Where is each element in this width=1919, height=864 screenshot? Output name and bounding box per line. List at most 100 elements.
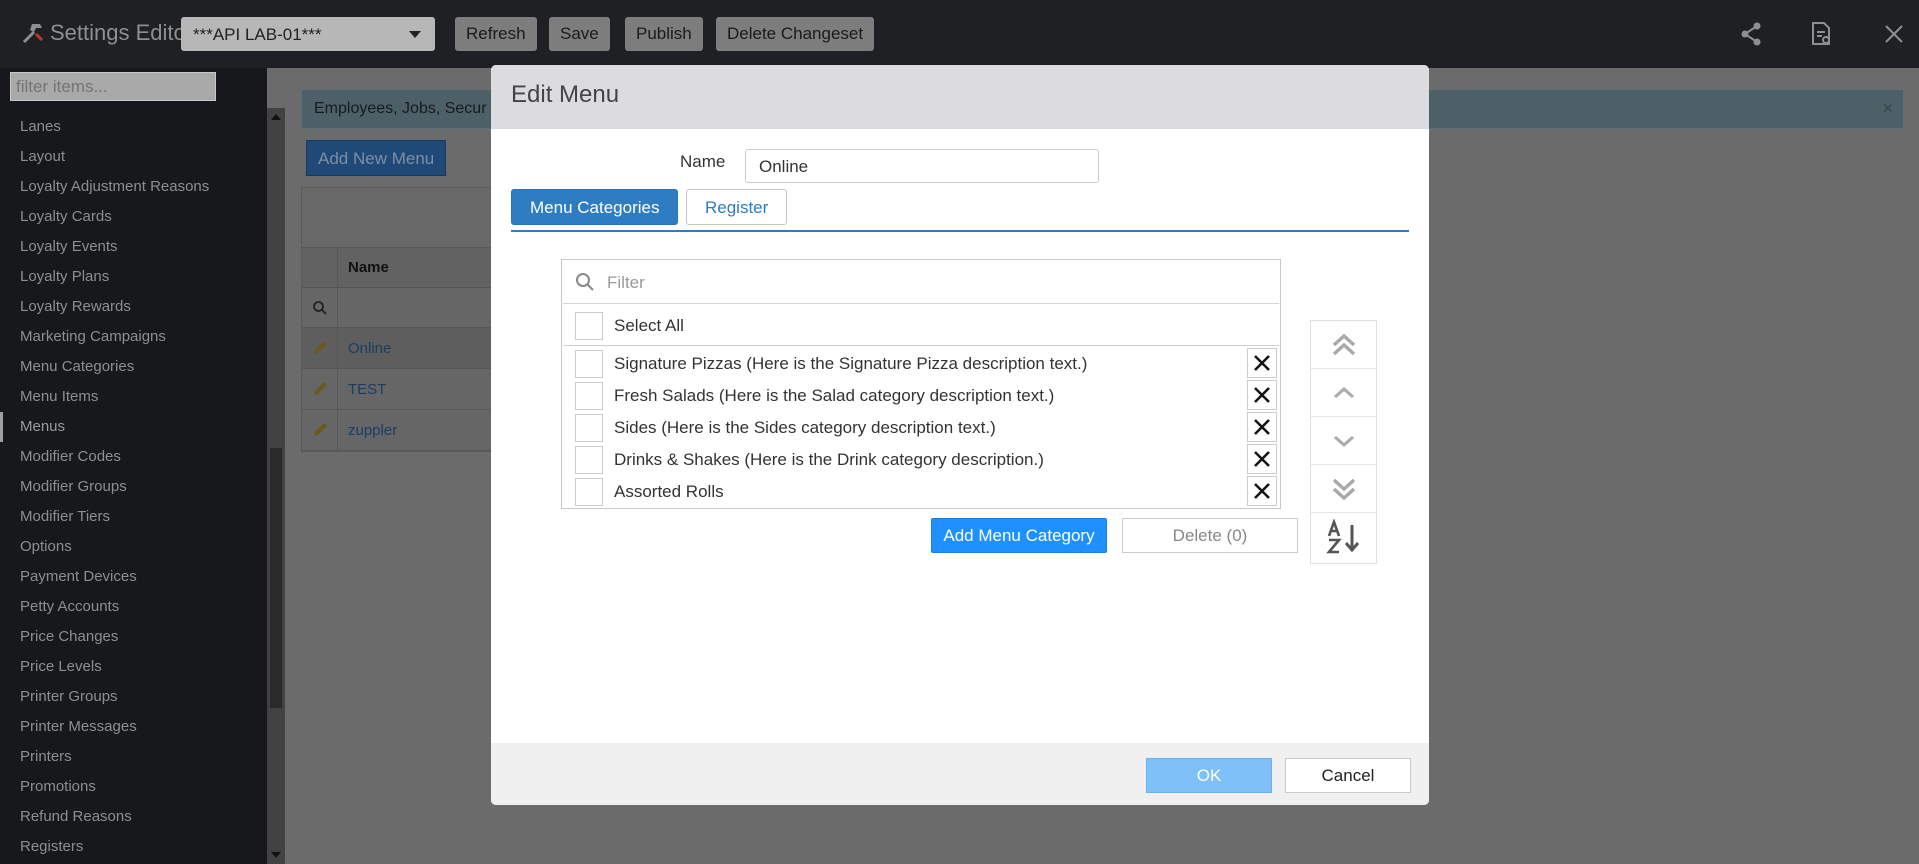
sidebar-item-menu-categories[interactable]: Menu Categories [0,352,267,382]
remove-item-button[interactable] [1247,444,1277,474]
remove-item-button[interactable] [1247,380,1277,410]
cancel-button[interactable]: Cancel [1285,758,1411,793]
scrollbar-thumb[interactable] [270,448,282,708]
sidebar-item-petty-accounts[interactable]: Petty Accounts [0,592,267,622]
close-icon [1254,387,1270,403]
sort-az-icon [1325,519,1359,554]
sidebar-item-price-changes[interactable]: Price Changes [0,622,267,652]
move-to-bottom-button[interactable] [1311,465,1376,513]
sidebar-item-menus[interactable]: Menus [0,412,267,442]
delete-changeset-button[interactable]: Delete Changeset [716,17,875,51]
sidebar: Lanes Layout Loyalty Adjustment Reasons … [0,68,267,864]
menus-grid: Name Online TEST zuppler [301,187,501,452]
sidebar-item-price-levels[interactable]: Price Levels [0,652,267,682]
sidebar-item-menu-items[interactable]: Menu Items [0,382,267,412]
sidebar-item-modifier-tiers[interactable]: Modifier Tiers [0,502,267,532]
sidebar-item-promotions[interactable]: Promotions [0,772,267,802]
pencil-icon[interactable] [311,421,329,439]
remove-item-button[interactable] [1247,476,1277,506]
edit-menu-dialog: Edit Menu Name Online Menu Categories Re… [491,65,1429,805]
top-bar: Settings Editor ***API LAB-01*** Refresh… [0,0,1919,68]
sidebar-item-layout[interactable]: Layout [0,142,267,172]
share-icon[interactable] [1737,20,1765,48]
category-filter[interactable]: Filter [563,261,1279,304]
row-name[interactable]: zuppler [338,410,397,450]
sidebar-item-printers[interactable]: Printers [0,742,267,772]
table-row[interactable]: zuppler [302,410,500,451]
item-checkbox[interactable] [575,414,603,442]
ok-button[interactable]: OK [1146,758,1272,793]
item-checkbox[interactable] [575,382,603,410]
document-search-icon[interactable] [1807,20,1835,48]
grid-header: Name [302,248,500,288]
close-icon [1254,355,1270,371]
column-header-name[interactable]: Name [338,248,389,287]
list-item: Fresh Salads (Here is the Salad category… [563,379,1279,411]
list-item: Sides (Here is the Sides category descri… [563,411,1279,443]
remove-item-button[interactable] [1247,412,1277,442]
dialog-title: Edit Menu [491,65,1429,129]
sidebar-item-printer-groups[interactable]: Printer Groups [0,682,267,712]
sidebar-item-payment-devices[interactable]: Payment Devices [0,562,267,592]
scroll-down-icon[interactable] [271,852,281,858]
item-checkbox[interactable] [575,446,603,474]
close-icon[interactable] [1880,20,1908,48]
scroll-up-icon[interactable] [271,114,281,120]
sidebar-item-registers[interactable]: Registers [0,832,267,862]
category-list: Filter Select All Signature Pizzas (Here… [561,259,1281,509]
row-name[interactable]: TEST [338,369,386,409]
sidebar-item-marketing-campaigns[interactable]: Marketing Campaigns [0,322,267,352]
sidebar-item-loyalty-cards[interactable]: Loyalty Cards [0,202,267,232]
item-label: Signature Pizzas (Here is the Signature … [614,354,1088,373]
sidebar-item-refund-reasons[interactable]: Refund Reasons [0,802,267,832]
move-up-button[interactable] [1311,369,1376,417]
item-checkbox[interactable] [575,350,603,378]
banner-text: Employees, Jobs, Secur [314,100,487,117]
tab-menu-categories[interactable]: Menu Categories [511,189,679,225]
save-button[interactable]: Save [549,17,610,51]
table-row[interactable]: Online [302,328,500,369]
tab-underline [511,230,1409,232]
tab-register[interactable]: Register [686,189,788,225]
sidebar-item-modifier-codes[interactable]: Modifier Codes [0,442,267,472]
double-chevron-down-icon [1332,478,1355,500]
environment-select[interactable]: ***API LAB-01*** [181,17,435,51]
move-down-button[interactable] [1311,417,1376,465]
remove-item-button[interactable] [1247,348,1277,378]
sidebar-item-loyalty-adjustment-reasons[interactable]: Loyalty Adjustment Reasons [0,172,267,202]
search-icon [312,300,327,315]
pencil-icon[interactable] [311,339,329,357]
sidebar-scrollbar[interactable] [267,108,285,864]
list-item: Drinks & Shakes (Here is the Drink categ… [563,443,1279,475]
select-all-checkbox[interactable] [575,312,603,340]
sidebar-filter-input[interactable] [10,72,216,101]
name-field[interactable]: Online [745,149,1099,183]
add-menu-category-button[interactable]: Add Menu Category [931,518,1107,553]
sidebar-item-loyalty-events[interactable]: Loyalty Events [0,232,267,262]
chevron-up-icon [1333,386,1354,398]
filter-placeholder: Filter [607,273,645,292]
close-icon [1254,451,1270,467]
sidebar-item-loyalty-rewards[interactable]: Loyalty Rewards [0,292,267,322]
sidebar-item-lanes[interactable]: Lanes [0,112,267,142]
select-all-label: Select All [614,316,684,335]
close-icon[interactable]: × [1882,98,1893,119]
pencil-icon[interactable] [311,380,329,398]
sidebar-list: Lanes Layout Loyalty Adjustment Reasons … [0,112,267,862]
publish-button[interactable]: Publish [625,17,703,51]
item-checkbox[interactable] [575,478,603,506]
move-to-top-button[interactable] [1311,321,1376,369]
sidebar-item-loyalty-plans[interactable]: Loyalty Plans [0,262,267,292]
item-label: Assorted Rolls [614,482,724,501]
sidebar-item-printer-messages[interactable]: Printer Messages [0,712,267,742]
sort-az-button[interactable] [1311,513,1376,561]
item-label: Sides (Here is the Sides category descri… [614,418,996,437]
sidebar-item-modifier-groups[interactable]: Modifier Groups [0,472,267,502]
row-name[interactable]: Online [338,328,391,368]
refresh-button[interactable]: Refresh [455,17,537,51]
delete-button[interactable]: Delete (0) [1122,518,1298,553]
list-item: Signature Pizzas (Here is the Signature … [563,347,1279,379]
add-new-menu-button[interactable]: Add New Menu [306,140,447,176]
table-row[interactable]: TEST [302,369,500,410]
sidebar-item-options[interactable]: Options [0,532,267,562]
